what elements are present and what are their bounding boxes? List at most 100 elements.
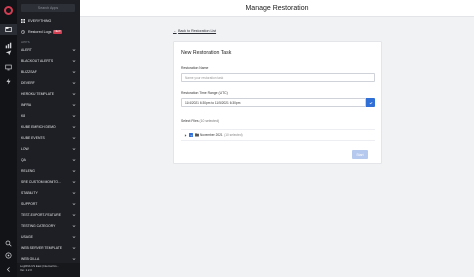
collapse-icon[interactable] [0,264,17,275]
sidebar-app-label: BLACKOUT ALERTS [21,58,54,63]
check-icon [369,101,372,104]
chevron-down-icon[interactable] [72,158,76,162]
sidebar-search-input[interactable]: Search Apps [21,4,75,12]
time-range-input[interactable]: 11/4/2021 6:30pm to 11/5/2021 6:30pm [181,98,366,107]
sidebar-app-item[interactable]: DEVERF [17,77,80,88]
sidebar-app-item[interactable]: STABILITY [17,187,80,198]
time-range-confirm-button[interactable] [366,98,375,107]
sidebar-app-label: WEB SERVER TEMPLATE [21,245,63,250]
sidebar-app-item[interactable]: K8 [17,110,80,121]
chevron-down-icon[interactable] [72,136,76,140]
chevron-down-icon[interactable] [72,180,76,184]
sidebar-app-label: SUPPORT [21,201,38,206]
time-range-value: 11/4/2021 6:30pm to 11/5/2021 6:30pm [185,100,241,105]
sidebar-app-item[interactable]: QA [17,154,80,165]
file-tree-row[interactable]: November 2021 (10 selected) [181,129,375,141]
page-title: Manage Restoration [245,4,309,12]
chevron-down-icon[interactable] [72,169,76,173]
search-icon[interactable] [0,238,17,249]
chevron-down-icon[interactable] [72,147,76,151]
grid-icon [21,19,25,23]
sidebar-item-label: Restored Logs [28,30,52,34]
top-bar: Manage Restoration [80,0,474,17]
chevron-down-icon[interactable] [72,103,76,107]
sidebar-app-label: RELENG [21,168,35,173]
icon-rail [0,0,17,277]
chevron-down-icon[interactable] [72,70,76,74]
chevron-down-icon[interactable] [72,92,76,96]
sidebar-app-item[interactable]: KUBE EVENTS [17,132,80,143]
logo-icon[interactable] [0,5,17,16]
form-title: New Restoration Task [181,50,232,56]
chevron-down-icon[interactable] [72,235,76,239]
sidebar-app-item[interactable]: WEB SERVER TEMPLATE [17,242,80,253]
chevron-down-icon[interactable] [72,213,76,217]
bolt-icon[interactable] [0,76,17,87]
tree-item-selected: (10 selected) [224,133,243,137]
sidebar-app-label: K8 [21,113,26,118]
time-range-label: Restoration Time Range (UTC) [181,91,228,95]
sidebar-item-restored-logs[interactable]: Restored Logs NEW [21,28,77,36]
back-link[interactable]: ← Back to Restoration List [173,29,216,33]
chevron-down-icon[interactable] [72,114,76,118]
file-checkbox[interactable] [189,133,193,137]
sidebar-app-label: ALERT [21,47,32,52]
chevron-down-icon[interactable] [72,246,76,250]
restoration-form-card: New Restoration Task Restoration Name Na… [173,41,382,164]
chevron-down-icon[interactable] [72,59,76,63]
arrow-left-icon: ← [173,29,177,33]
chevron-down-icon[interactable] [72,81,76,85]
apps-sidebar: Search Apps EVERYTHING Restored Logs NEW… [17,0,80,277]
monitor-icon[interactable] [0,62,17,73]
folder-icon [194,133,199,137]
chevron-down-icon[interactable] [72,48,76,52]
sidebar-item-everything[interactable]: EVERYTHING [21,17,77,25]
plane-icon[interactable] [0,47,17,58]
sidebar-app-item[interactable]: RELENG [17,165,80,176]
sidebar-app-item[interactable]: TESTING CATEGORY [17,220,80,231]
sidebar-app-label: DEVERF [21,80,35,85]
sidebar-app-item[interactable]: ALERT [17,44,80,55]
select-files-label: Select Files (10 selected) [181,119,219,123]
sidebar-app-label: HEROKU TEMPLATE [21,91,55,96]
chevron-down-icon[interactable] [72,191,76,195]
sidebar-app-item[interactable]: TEST-EXPORT-FEATURE [17,209,80,220]
sidebar-app-list: ALERT BLACKOUT ALERTS BLIZZSAF DEVERF HEROKU… [17,44,80,264]
caret-right-icon[interactable] [184,133,187,137]
restoration-name-input[interactable]: Name your restoration task [181,73,375,82]
folder-icon[interactable] [0,24,17,35]
sidebar-app-item[interactable]: BLACKOUT ALERTS [17,55,80,66]
sidebar-app-item[interactable]: SUPPORT [17,198,80,209]
sidebar-app-label: TESTING CATEGORY [21,223,56,228]
sidebar-app-label: BLIZZSAF [21,69,37,74]
sidebar-app-item[interactable]: LOW [17,143,80,154]
sidebar-app-label: STABILITY [21,190,38,195]
chevron-down-icon[interactable] [72,125,76,129]
sidebar-footer: LogDNA US East (Internal Us... Ver. 1.2.… [17,263,80,277]
sidebar-item-label: EVERYTHING [28,19,52,23]
sidebar-app-item[interactable]: BLIZZSAF [17,66,80,77]
tree-item-name: November 2021 [200,133,223,137]
sidebar-search-placeholder: Search Apps [37,6,59,10]
sidebar-app-label: USAGE [21,234,33,239]
sidebar-app-item[interactable]: KUBE EMRICH DEMO [17,121,80,132]
help-icon[interactable] [0,250,17,261]
sidebar-app-item[interactable]: SRE CUSTOM MONITO... [17,176,80,187]
sidebar-app-label: WEB GILLA [21,256,40,261]
chevron-down-icon[interactable] [72,202,76,206]
main-content: Manage Restoration ← Back to Restoration… [80,0,474,277]
name-label: Restoration Name [181,66,209,70]
chevron-down-icon[interactable] [72,257,76,261]
sidebar-app-label: KUBE EVENTS [21,135,45,140]
sidebar-app-label: TEST-EXPORT-FEATURE [21,212,62,217]
select-files-count: (10 selected) [199,119,220,123]
sidebar-app-item[interactable]: HEROKU TEMPLATE [17,88,80,99]
chevron-down-icon[interactable] [72,224,76,228]
select-files-text: Select Files [181,119,199,123]
history-icon [21,30,25,34]
sidebar-app-label: KUBE EMRICH DEMO [21,124,56,129]
sidebar-app-item[interactable]: USAGE [17,231,80,242]
sidebar-app-item[interactable]: INFRA [17,99,80,110]
start-button[interactable]: Start [352,150,368,159]
sidebar-app-label: INFRA [21,102,32,107]
